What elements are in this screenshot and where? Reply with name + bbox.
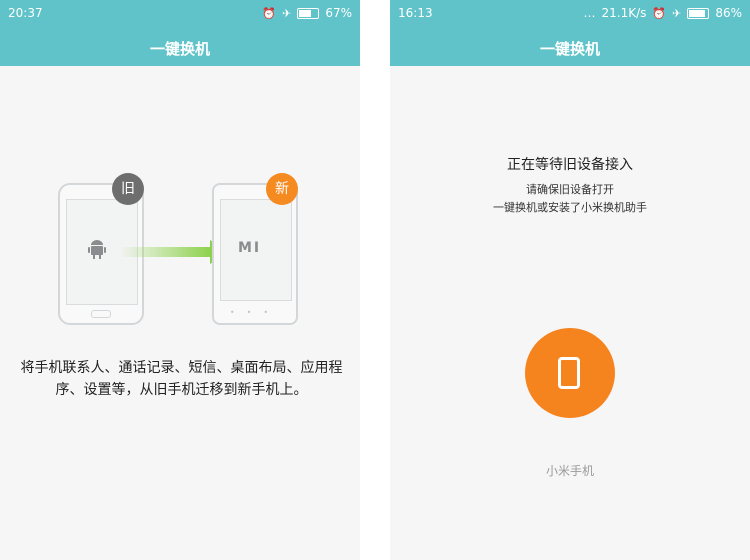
battery-icon bbox=[297, 7, 320, 19]
old-badge: 旧 bbox=[112, 173, 144, 205]
mi-logo: MI bbox=[238, 240, 262, 256]
alarm-icon: ⏰ bbox=[262, 6, 277, 20]
battery-icon bbox=[687, 7, 710, 19]
battery-percent: 67% bbox=[325, 6, 352, 20]
airplane-icon: ✈ bbox=[672, 6, 682, 20]
android-icon bbox=[88, 240, 106, 265]
status-time: 20:37 bbox=[8, 6, 43, 20]
left-screen: 20:37 ⏰ ✈ 67% 一键换机 ••• MI 旧 新 将手机联系人、通话记… bbox=[0, 0, 360, 560]
status-bar: 16:13 … 21.1K/s ⏰ ✈ 86% bbox=[390, 0, 750, 28]
new-phone-nav-dots: ••• bbox=[229, 308, 281, 317]
waiting-line-1: 请确保旧设备打开 bbox=[526, 183, 614, 196]
status-icons: ⏰ ✈ 67% bbox=[262, 6, 352, 20]
device-button[interactable] bbox=[525, 328, 615, 418]
status-icons: … 21.1K/s ⏰ ✈ 86% bbox=[584, 6, 742, 20]
more-icon: … bbox=[583, 6, 596, 20]
waiting-line-2: 一键换机或安装了小米换机助手 bbox=[493, 201, 647, 214]
description-text: 将手机联系人、通话记录、短信、桌面布局、应用程序、设置等，从旧手机迁移到新手机上… bbox=[20, 360, 343, 398]
device-name-label: 小米手机 bbox=[545, 464, 594, 478]
status-time: 16:13 bbox=[398, 6, 433, 20]
right-screen: 16:13 … 21.1K/s ⏰ ✈ 86% 一键换机 正在等待旧设备接入 请… bbox=[390, 0, 750, 560]
alarm-icon: ⏰ bbox=[652, 6, 667, 20]
status-bar: 20:37 ⏰ ✈ 67% bbox=[0, 0, 360, 28]
app-header: 20:37 ⏰ ✈ 67% 一键换机 bbox=[0, 0, 360, 66]
old-phone-home-button bbox=[91, 310, 111, 318]
network-speed: 21.1K/s bbox=[601, 6, 647, 20]
phone-icon bbox=[558, 357, 580, 389]
new-badge: 新 bbox=[266, 173, 298, 205]
airplane-icon: ✈ bbox=[282, 6, 292, 20]
page-title: 一键换机 bbox=[539, 40, 600, 58]
waiting-title: 正在等待旧设备接入 bbox=[507, 157, 633, 173]
app-header: 16:13 … 21.1K/s ⏰ ✈ 86% 一键换机 bbox=[390, 0, 750, 66]
battery-percent: 86% bbox=[715, 6, 742, 20]
page-title: 一键换机 bbox=[149, 40, 210, 58]
waiting-instructions: 请确保旧设备打开 一键换机或安装了小米换机助手 bbox=[390, 181, 750, 217]
